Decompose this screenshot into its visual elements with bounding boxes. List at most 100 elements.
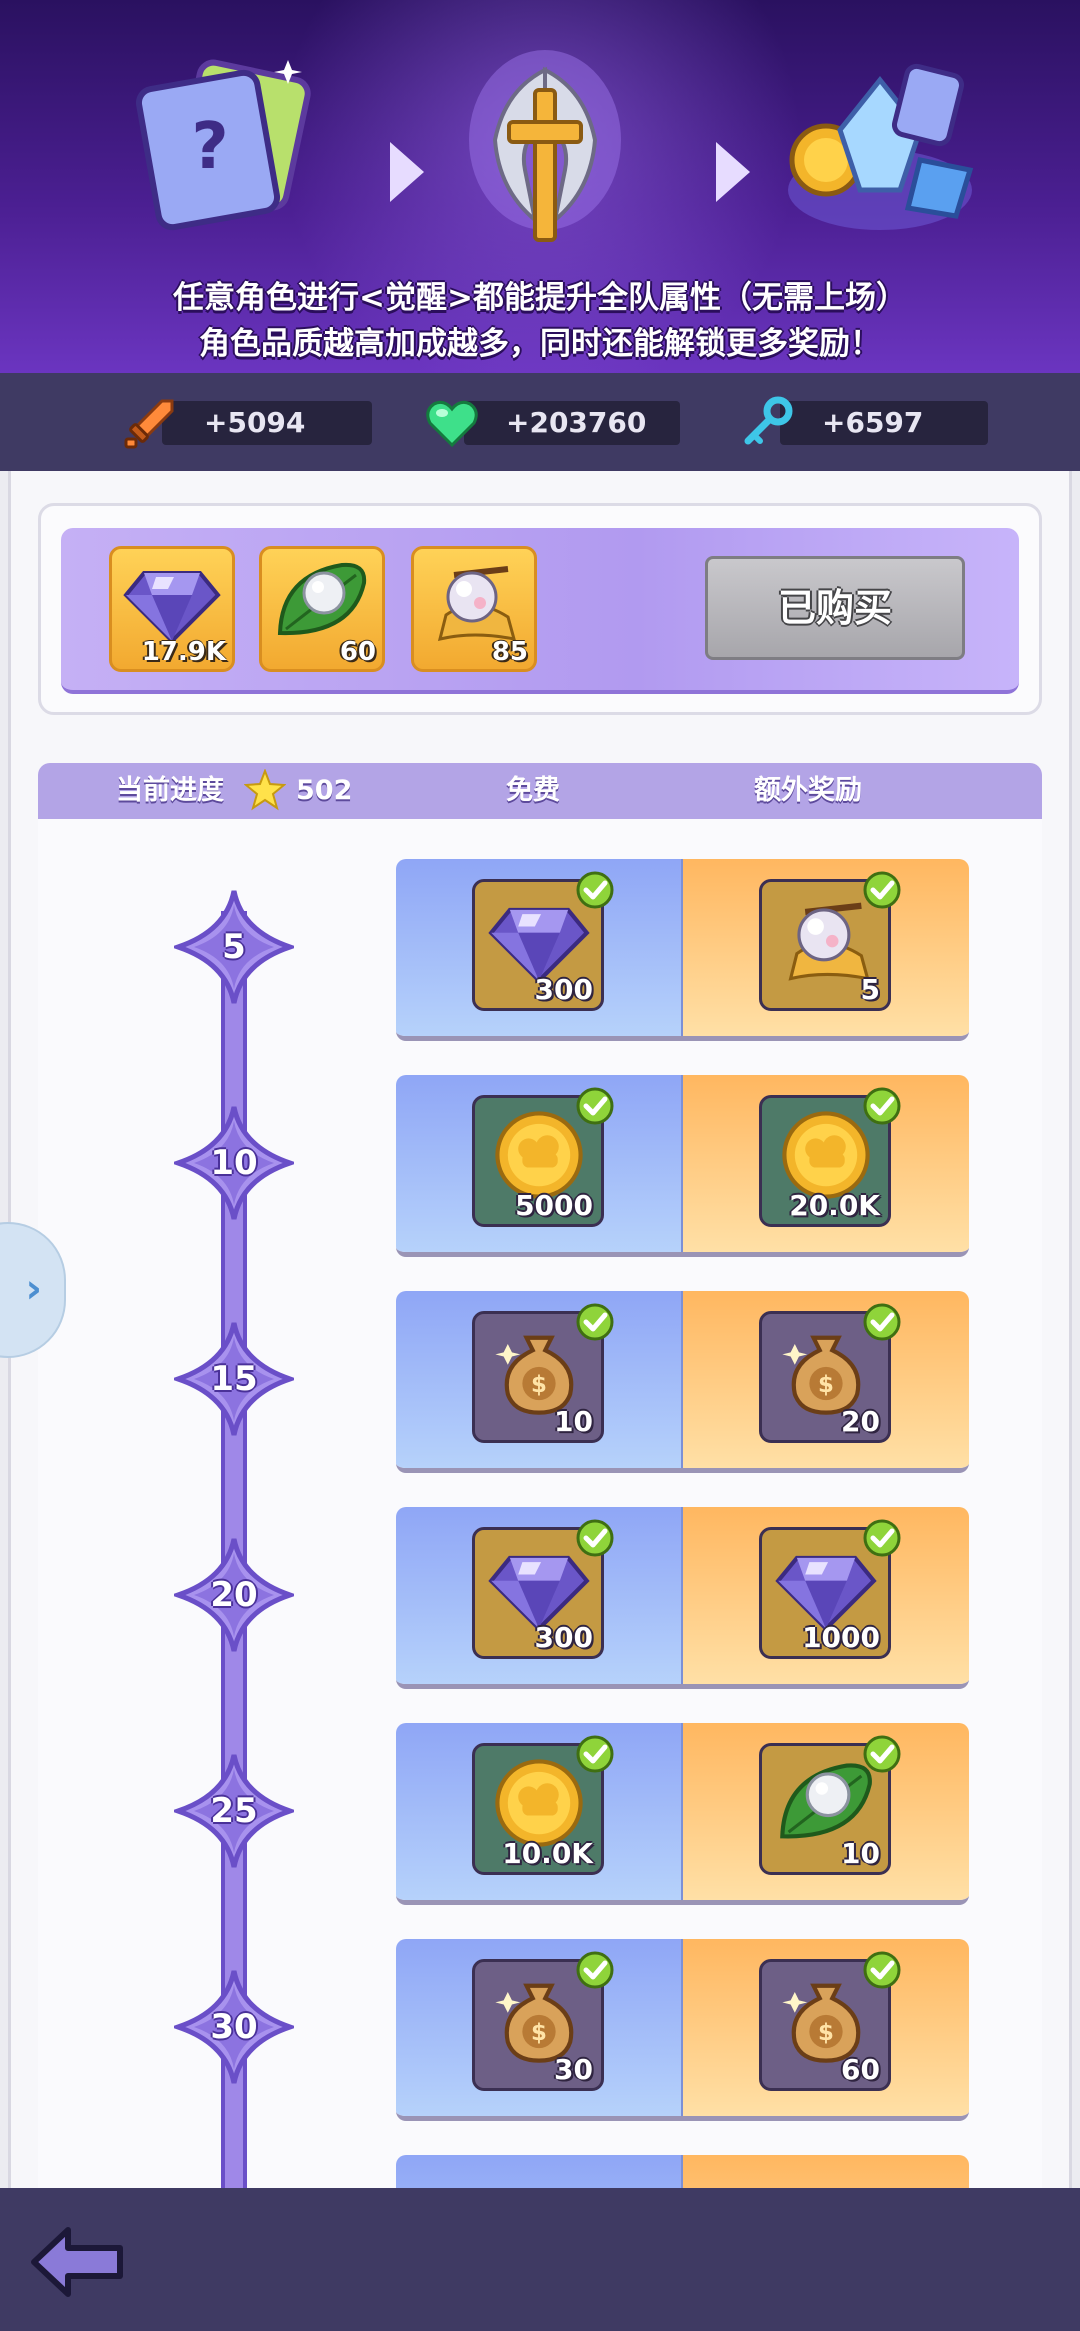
extra-reward-cell: 10: [683, 1723, 969, 1900]
bottom-bar: [0, 2188, 1080, 2331]
banner-description-line-1: 任意角色进行<觉醒>都能提升全队属性（无需上场）: [173, 280, 907, 316]
reward-slot[interactable]: 60: [759, 1959, 891, 2091]
main-panel: 17.9K 60 85 已购买 当前进度 502 免费 额外奖励 5 300 5…: [0, 471, 1080, 2188]
reward-slot[interactable]: 30: [472, 1959, 604, 2091]
mystery-cards-icon: ?: [128, 40, 328, 240]
reward-qty: 10: [554, 1405, 593, 1438]
extra-reward-cell: 20.0K: [683, 1075, 969, 1252]
reward-qty: 10: [841, 1837, 880, 1870]
awakening-banner: ? 任意角色进行<觉醒>都能提升全队属性（无需上场） 角色品质越高加成越多，同时…: [0, 0, 1080, 373]
diamond-icon: [122, 555, 222, 645]
reward-slot[interactable]: 20.0K: [759, 1095, 891, 1227]
milestone-level: 10: [210, 1143, 258, 1183]
free-reward-cell: 30: [396, 1939, 683, 2116]
milestone-level: 20: [210, 1575, 258, 1615]
pack-item[interactable]: 85: [411, 546, 537, 672]
reward-slot[interactable]: 20: [759, 1311, 891, 1443]
banner-description-line-2: 角色品质越高加成越多，同时还能解锁更多奖励！: [199, 326, 881, 362]
extra-reward-cell: 5: [683, 859, 969, 1036]
extra-column-label: 额外奖励: [754, 775, 862, 806]
reward-row: [396, 2155, 969, 2188]
milestone-marker: 10: [174, 1103, 294, 1223]
claimed-check-icon: [862, 1950, 902, 1990]
reward-row: 300 5: [396, 859, 969, 1041]
claimed-check-icon: [862, 1518, 902, 1558]
reward-row: 300 1000: [396, 1507, 969, 1689]
extra-reward-cell: 60: [683, 1939, 969, 2116]
milestone-level: 5: [222, 927, 246, 967]
extra-reward-cell: 20: [683, 1291, 969, 1468]
pack-item[interactable]: 60: [259, 546, 385, 672]
hp-value: +203760: [464, 401, 680, 445]
purchased-button[interactable]: 已购买: [705, 556, 965, 660]
rewards-table-header: 当前进度 502 免费 额外奖励: [38, 763, 1042, 819]
claimed-check-icon: [862, 870, 902, 910]
milestone-marker: 20: [174, 1535, 294, 1655]
reward-slot[interactable]: 300: [472, 1527, 604, 1659]
milestone-marker: 5: [174, 887, 294, 1007]
reward-row: 10 20: [396, 1291, 969, 1473]
reward-qty: 1000: [802, 1621, 880, 1654]
attack-value: +5094: [162, 401, 372, 445]
free-reward-cell: 10: [396, 1291, 683, 1468]
reward-qty: 20.0K: [789, 1189, 880, 1222]
extra-reward-cell: [683, 2155, 969, 2188]
claimed-check-icon: [862, 1086, 902, 1126]
reward-qty: 5: [860, 973, 880, 1006]
reward-qty: 300: [534, 1621, 593, 1654]
reward-row: 5000 20.0K: [396, 1075, 969, 1257]
reward-qty: 10.0K: [502, 1837, 593, 1870]
svg-text:?: ?: [191, 110, 228, 184]
reward-row: 30 60: [396, 1939, 969, 2121]
key-icon: [744, 396, 793, 445]
arrow-right-icon: [716, 142, 750, 202]
reward-slot[interactable]: 10: [472, 1311, 604, 1443]
claimed-check-icon: [862, 1734, 902, 1774]
reward-slot[interactable]: 5: [759, 879, 891, 1011]
milestone-level: 25: [210, 1791, 258, 1831]
milestone-marker: 25: [174, 1751, 294, 1871]
progress-value: 502: [296, 775, 353, 806]
progress-label: 当前进度: [116, 775, 224, 806]
heart-icon: [426, 400, 478, 448]
crystal-ball-icon: [424, 555, 524, 645]
free-reward-cell: 300: [396, 1507, 683, 1684]
milestone-level: 30: [210, 2007, 258, 2047]
pack-item[interactable]: 17.9K: [109, 546, 235, 672]
back-arrow-icon[interactable]: [28, 2222, 128, 2302]
key-value: +6597: [780, 401, 988, 445]
pack-item-qty: 17.9K: [141, 637, 226, 667]
pearl-leaf-icon: [272, 555, 372, 645]
reward-slot[interactable]: 300: [472, 879, 604, 1011]
claimed-check-icon: [575, 1734, 615, 1774]
claimed-check-icon: [575, 870, 615, 910]
claimed-check-icon: [575, 1086, 615, 1126]
reward-qty: 30: [554, 2053, 593, 2086]
reward-slot[interactable]: 10: [759, 1743, 891, 1875]
rewards-list[interactable]: 5 300 5 10 5000 20.0K 15 10 20 20 300 10…: [38, 819, 1042, 2188]
sword-icon: [124, 399, 174, 449]
reward-qty: 20: [841, 1405, 880, 1438]
reward-slot[interactable]: 5000: [472, 1095, 604, 1227]
claimed-check-icon: [575, 1950, 615, 1990]
team-stats-bar: +5094 +203760 +6597: [0, 373, 1080, 471]
pack-item-qty: 85: [491, 637, 528, 667]
reward-slot[interactable]: 1000: [759, 1527, 891, 1659]
reward-qty: 5000: [515, 1189, 593, 1222]
claimed-check-icon: [575, 1518, 615, 1558]
pack-item-qty: 60: [339, 637, 376, 667]
free-reward-cell: 5000: [396, 1075, 683, 1252]
reward-row: 10.0K 10: [396, 1723, 969, 1905]
free-reward-cell: 10.0K: [396, 1723, 683, 1900]
treasure-loot-icon: [780, 40, 980, 240]
free-reward-cell: [396, 2155, 683, 2188]
claimed-check-icon: [575, 1302, 615, 1342]
chevron-right-icon: ›: [25, 1266, 42, 1312]
arrow-right-icon: [390, 142, 424, 202]
reward-qty: 300: [534, 973, 593, 1006]
purchase-pack-card: 17.9K 60 85 已购买: [38, 503, 1042, 715]
reward-slot[interactable]: 10.0K: [472, 1743, 604, 1875]
reward-qty: 60: [841, 2053, 880, 2086]
winged-cross-icon: [465, 30, 625, 260]
claimed-check-icon: [862, 1302, 902, 1342]
